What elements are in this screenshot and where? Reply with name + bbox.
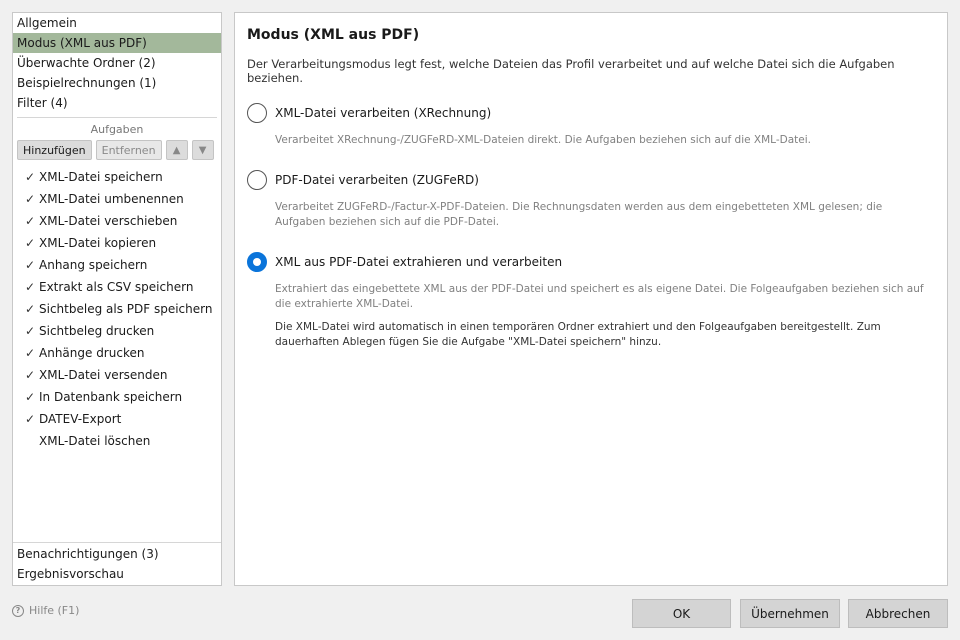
task-item[interactable]: ✓ XML-Datei speichern xyxy=(13,166,221,188)
add-task-button[interactable]: Hinzufügen xyxy=(17,140,92,160)
radio-button-selected-icon[interactable] xyxy=(247,252,267,272)
task-label: DATEV-Export xyxy=(39,412,122,426)
radio-option-xml[interactable]: XML-Datei verarbeiten (XRechnung) xyxy=(247,101,935,125)
task-item[interactable]: ✓ Anhänge drucken xyxy=(13,342,221,364)
check-icon: ✓ xyxy=(25,368,36,382)
radio-option-extract[interactable]: XML aus PDF-Datei extrahieren und verarb… xyxy=(247,250,935,274)
settings-sidebar: Allgemein Modus (XML aus PDF) Überwachte… xyxy=(12,12,222,586)
radio-button-icon[interactable] xyxy=(247,103,267,123)
move-down-button[interactable]: ▼ xyxy=(191,140,214,160)
task-label: XML-Datei löschen xyxy=(39,434,151,448)
check-icon: ✓ xyxy=(25,346,36,360)
task-label: Anhänge drucken xyxy=(39,346,145,360)
help-label: Hilfe (F1) xyxy=(29,604,80,617)
nav-item-beispielrechnungen[interactable]: Beispielrechnungen (1) xyxy=(13,73,221,93)
task-label: XML-Datei verschieben xyxy=(39,214,178,228)
option-description: Extrahiert das eingebettete XML aus der … xyxy=(275,283,924,310)
option-note: Die XML-Datei wird automatisch in einen … xyxy=(275,321,881,348)
sidebar-top-nav: Allgemein Modus (XML aus PDF) Überwachte… xyxy=(13,13,221,113)
mode-settings-panel: Modus (XML aus PDF) Der Verarbeitungsmod… xyxy=(234,12,948,586)
task-item[interactable]: ✓ DATEV-Export xyxy=(13,408,221,430)
tasks-header: Aufgaben xyxy=(90,123,144,136)
move-up-button[interactable]: ▲ xyxy=(165,140,188,160)
page-description: Der Verarbeitungsmodus legt fest, welche… xyxy=(247,57,895,85)
radio-dot-icon xyxy=(253,258,261,266)
task-toolbar: Hinzufügen Entfernen ▲ ▼ xyxy=(13,140,221,162)
task-item[interactable]: ✓ XML-Datei kopieren xyxy=(13,232,221,254)
option-label: XML aus PDF-Datei extrahieren und verarb… xyxy=(275,255,563,269)
mode-option-extract: XML aus PDF-Datei extrahieren und verarb… xyxy=(247,250,935,350)
task-item[interactable]: ✓ XML-Datei umbenennen xyxy=(13,188,221,210)
nav-item-allgemein[interactable]: Allgemein xyxy=(13,13,221,33)
remove-task-button[interactable]: Entfernen xyxy=(95,140,162,160)
task-item[interactable]: ✓ XML-Datei versenden xyxy=(13,364,221,386)
nav-item-ueberwachte-ordner[interactable]: Überwachte Ordner (2) xyxy=(13,53,221,73)
nav-item-benachrichtigungen[interactable]: Benachrichtigungen (3) xyxy=(13,544,221,564)
page-title: Modus (XML aus PDF) xyxy=(247,27,420,43)
task-label: Extrakt als CSV speichern xyxy=(39,280,194,294)
mode-option-pdf: PDF-Datei verarbeiten (ZUGFeRD) Verarbei… xyxy=(247,168,935,230)
radio-button-icon[interactable] xyxy=(247,170,267,190)
ok-button[interactable]: OK xyxy=(632,599,731,628)
task-label: XML-Datei umbenennen xyxy=(39,192,184,206)
apply-button[interactable]: Übernehmen xyxy=(740,599,840,628)
check-icon: ✓ xyxy=(25,236,36,250)
sidebar-bottom-nav: Benachrichtigungen (3) Ergebnisvorschau xyxy=(13,543,221,585)
help-link[interactable]: ? Hilfe (F1) xyxy=(12,604,79,617)
mode-option-xml: XML-Datei verarbeiten (XRechnung) Verarb… xyxy=(247,101,935,148)
nav-item-filter[interactable]: Filter (4) xyxy=(13,93,221,113)
nav-item-modus[interactable]: Modus (XML aus PDF) xyxy=(13,33,221,53)
task-list: ✓ XML-Datei speichern ✓ XML-Datei umbenenn… xyxy=(13,166,221,542)
task-item[interactable]: ✓ Sichtbeleg als PDF speichern xyxy=(13,298,221,320)
check-icon: ✓ xyxy=(25,302,36,316)
task-item[interactable]: ✓ Extrakt als CSV speichern xyxy=(13,276,221,298)
task-label: Sichtbeleg drucken xyxy=(39,324,155,338)
arrow-up-icon: ▲ xyxy=(172,144,181,156)
option-label: XML-Datei verarbeiten (XRechnung) xyxy=(275,106,492,120)
check-icon: ✓ xyxy=(25,280,36,294)
check-icon: ✓ xyxy=(25,170,36,184)
task-item[interactable]: ✓ In Datenbank speichern xyxy=(13,386,221,408)
radio-option-pdf[interactable]: PDF-Datei verarbeiten (ZUGFeRD) xyxy=(247,168,935,192)
task-label: Anhang speichern xyxy=(39,258,148,272)
check-icon xyxy=(25,430,39,452)
arrow-down-icon: ▼ xyxy=(198,144,207,156)
option-description: Verarbeitet ZUGFeRD-/Factur-X-PDF-Dateie… xyxy=(275,201,883,228)
check-icon: ✓ xyxy=(25,192,36,206)
task-item[interactable]: ✓ Anhang speichern xyxy=(13,254,221,276)
question-icon: ? xyxy=(12,604,24,617)
check-icon: ✓ xyxy=(25,412,36,426)
check-icon: ✓ xyxy=(25,390,36,404)
task-item[interactable]: XML-Datei löschen xyxy=(13,430,221,452)
task-item[interactable]: ✓ Sichtbeleg drucken xyxy=(13,320,221,342)
check-icon: ✓ xyxy=(25,214,36,228)
task-label: XML-Datei versenden xyxy=(39,368,168,382)
task-label: XML-Datei speichern xyxy=(39,170,163,184)
check-icon: ✓ xyxy=(25,258,36,272)
task-label: Sichtbeleg als PDF speichern xyxy=(39,302,213,316)
option-label: PDF-Datei verarbeiten (ZUGFeRD) xyxy=(275,173,479,187)
check-icon: ✓ xyxy=(25,324,36,338)
task-label: In Datenbank speichern xyxy=(39,390,183,404)
cancel-button[interactable]: Abbrechen xyxy=(848,599,948,628)
sidebar-divider xyxy=(17,117,217,118)
task-item[interactable]: ✓ XML-Datei verschieben xyxy=(13,210,221,232)
task-label: XML-Datei kopieren xyxy=(39,236,157,250)
nav-item-ergebnisvorschau[interactable]: Ergebnisvorschau xyxy=(13,564,221,584)
option-description: Verarbeitet XRechnung-/ZUGFeRD-XML-Datei… xyxy=(275,134,811,146)
